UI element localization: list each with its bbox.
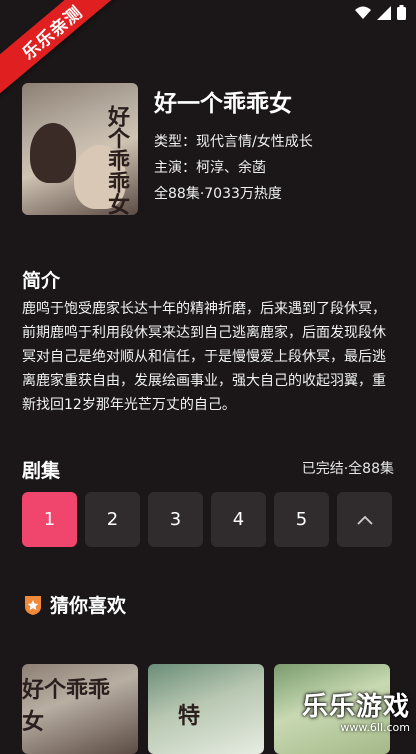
- recommend-item[interactable]: 特: [148, 664, 264, 754]
- synopsis-text: 鹿鸣于饱受鹿家长达十年的精神折磨，后来遇到了段休冥，前期鹿鸣于利用段休冥来达到自…: [22, 301, 386, 413]
- badge-star-icon: [25, 595, 41, 615]
- site-watermark: 乐乐游戏 www.6ll.com: [302, 686, 410, 734]
- drama-title: 好一个乖乖女: [154, 91, 292, 117]
- recommend-header: 猜你喜欢: [22, 591, 126, 618]
- episode-button-2[interactable]: 2: [85, 492, 140, 547]
- episode-list: 1 2 3 4 5: [22, 492, 392, 547]
- episodes-status: 已完结·全88集: [301, 461, 394, 477]
- status-icons: [355, 5, 406, 20]
- episode-button-3[interactable]: 3: [148, 492, 203, 547]
- recommend-item[interactable]: 好个乖乖女: [22, 664, 138, 754]
- wifi-icon: [355, 6, 371, 19]
- thumb-title-text: 好个乖乖女: [22, 677, 111, 735]
- poster-title-text: 好个乖乖女: [104, 105, 130, 215]
- recommend-heading: 猜你喜欢: [50, 595, 127, 617]
- drama-poster[interactable]: 好个乖乖女: [22, 83, 138, 215]
- watermark-brand: 乐乐游戏: [301, 692, 410, 722]
- episode-button-1[interactable]: 1: [22, 492, 77, 547]
- thumb-title-text: 特: [178, 703, 201, 729]
- episodes-heading: 剧集: [22, 460, 61, 482]
- synopsis-heading: 简介: [22, 270, 61, 292]
- poster-figure: [30, 123, 76, 183]
- signal-icon: [377, 5, 391, 20]
- drama-cast: 主演：柯淳、余菡: [154, 160, 266, 176]
- drama-type: 类型：现代言情/女性成长: [154, 134, 313, 150]
- collapse-episodes-button[interactable]: [337, 492, 392, 547]
- battery-icon: [397, 5, 406, 20]
- episode-button-4[interactable]: 4: [211, 492, 266, 547]
- episode-button-5[interactable]: 5: [274, 492, 329, 547]
- chevron-up-icon: [356, 515, 373, 525]
- drama-stats: 全88集·7033万热度: [154, 186, 282, 202]
